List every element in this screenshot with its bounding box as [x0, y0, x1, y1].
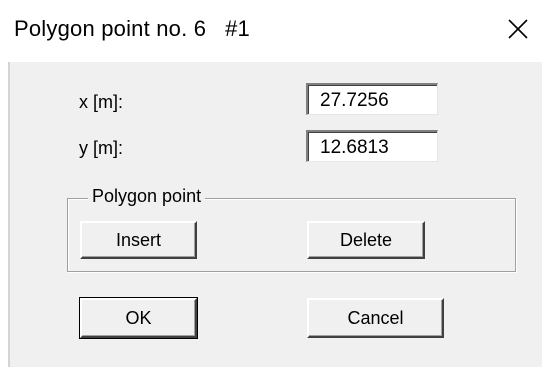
y-input[interactable] [306, 130, 438, 162]
insert-button[interactable]: Insert [80, 221, 197, 259]
ok-button[interactable]: OK [79, 297, 198, 339]
close-icon [507, 18, 529, 45]
polygon-point-group-label: Polygon point [88, 186, 206, 207]
dialog-window: Polygon point no. 6 #1 x [m]: y [m]: Pol… [0, 0, 542, 367]
dialog-title: Polygon point no. 6 #1 [14, 16, 250, 41]
x-input[interactable] [306, 83, 438, 115]
delete-button[interactable]: Delete [307, 221, 425, 259]
x-label: x [m]: [79, 92, 123, 112]
title-bar[interactable]: Polygon point no. 6 #1 [0, 0, 542, 62]
close-button[interactable] [498, 8, 538, 54]
cancel-button[interactable]: Cancel [307, 298, 444, 338]
y-label: y [m]: [79, 138, 123, 158]
